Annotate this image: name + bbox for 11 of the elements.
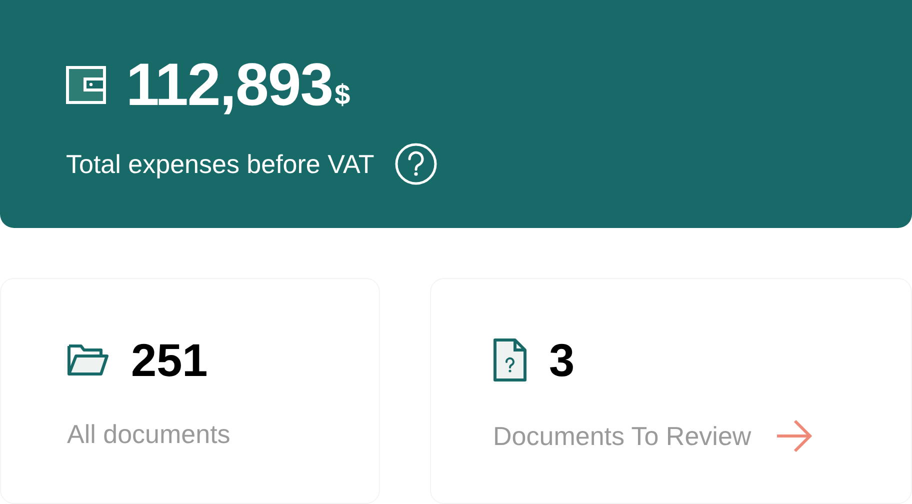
currency-symbol: $ xyxy=(334,78,350,112)
help-icon[interactable] xyxy=(394,142,438,186)
wallet-icon xyxy=(66,66,106,104)
document-question-icon xyxy=(493,338,527,382)
review-link[interactable]: Documents To Review xyxy=(493,421,752,451)
stat-count: 3 xyxy=(549,335,575,385)
total-label: Total expenses before VAT xyxy=(66,149,374,179)
total-amount: 112,893 xyxy=(126,52,333,118)
stat-label: All documents xyxy=(67,419,230,449)
stat-count: 251 xyxy=(131,335,208,385)
folder-icon xyxy=(67,344,109,376)
